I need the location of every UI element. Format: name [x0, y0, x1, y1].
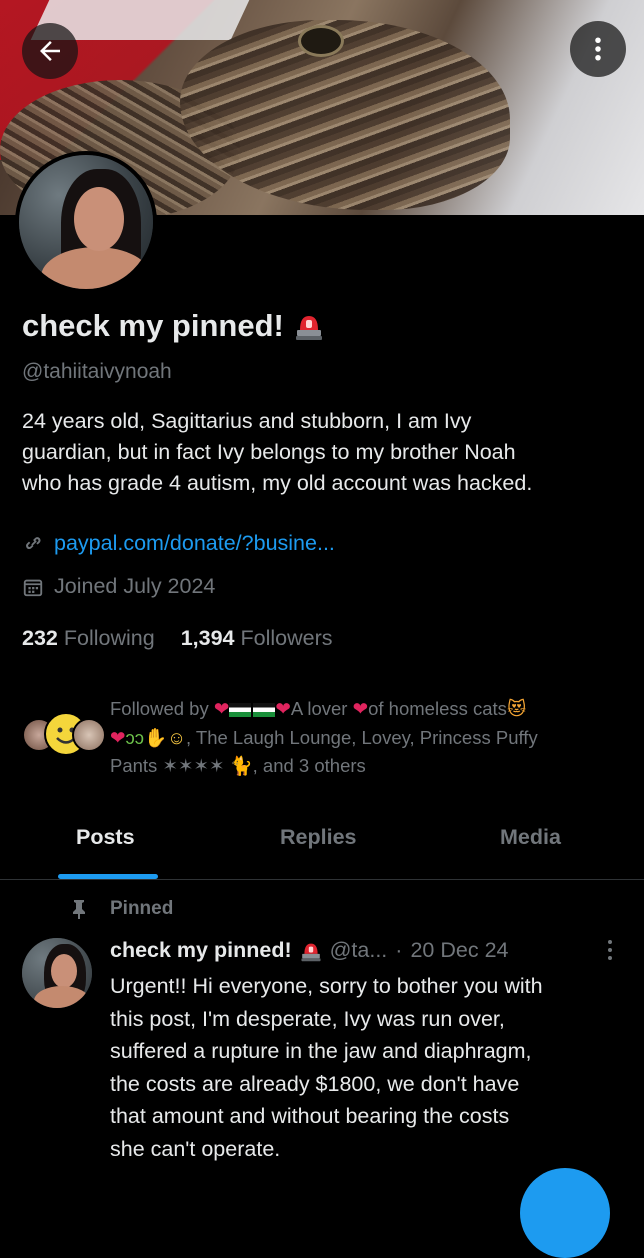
- arrow-left-icon: [40, 41, 60, 61]
- link-icon: [26, 536, 41, 549]
- more-vertical-icon: [595, 37, 601, 61]
- post-more-button[interactable]: [601, 938, 619, 969]
- palestine-flag-icon: [253, 703, 276, 718]
- red-heart-icon: ❤: [110, 726, 126, 748]
- police-light-emoji-icon: [294, 310, 324, 342]
- post-date[interactable]: 20 Dec 24: [410, 938, 508, 963]
- profile-link[interactable]: paypal.com/donate/?busine...: [54, 531, 335, 556]
- seedling-icon: ↄ: [134, 726, 145, 748]
- follower-name: Pants ✶✶✶✶: [110, 755, 230, 776]
- tab-posts[interactable]: Posts: [76, 825, 135, 850]
- joined-row: Joined July 2024: [22, 574, 215, 599]
- pinned-label: Pinned: [110, 898, 174, 919]
- tab-media[interactable]: Media: [500, 825, 561, 850]
- profile-bio: 24 years old, Sagittarius and stubborn, …: [22, 406, 622, 499]
- profile-display-name: check my pinned!: [22, 308, 324, 344]
- followers-label: Followers: [240, 626, 333, 650]
- post-text-line: that amount and without bearing the cost…: [110, 1104, 510, 1128]
- following-label: Following: [63, 626, 155, 650]
- red-heart-icon: ❤: [352, 698, 369, 719]
- avatar-face: [74, 187, 124, 251]
- profile-link-row: paypal.com/donate/?busine...: [22, 531, 335, 556]
- compose-post-button[interactable]: [520, 1168, 610, 1258]
- display-name-text: check my pinned!: [22, 308, 284, 343]
- follower-name: of homeless cats: [368, 698, 507, 719]
- post-avatar-face: [51, 954, 77, 988]
- bio-line: who has grade 4 autism, my old account w…: [22, 471, 533, 495]
- followed-by-line: Pants ✶✶✶✶ 🐈, and 3 others: [110, 752, 630, 781]
- followed-by-line: ❤ↄↄ✋☺, The Laugh Lounge, Lovey, Princess…: [110, 724, 630, 753]
- post-dot-separator: ·: [395, 938, 403, 962]
- tab-replies[interactable]: Replies: [280, 825, 356, 850]
- follower-names: , The Laugh Lounge, Lovey, Princess Puff…: [185, 726, 538, 748]
- followed-by-text[interactable]: Followed by ❤ ❤A lover ❤of homeless cats😻…: [110, 695, 630, 781]
- follower-name: A lover: [290, 698, 353, 719]
- seedling-icon: ↄ: [125, 726, 135, 748]
- banner-cat-head: [180, 20, 510, 210]
- following-stat[interactable]: 232 Following: [22, 626, 155, 651]
- post-text-line: this post, I'm desperate, Ivy was run ov…: [110, 1006, 505, 1031]
- active-tab-indicator: [58, 874, 158, 879]
- followers-stat[interactable]: 1,394 Followers: [181, 626, 333, 651]
- hugging-face-icon: ☺: [167, 726, 186, 748]
- bio-line: guardian, but in fact Ivy belongs to my …: [22, 440, 516, 464]
- post-avatar-body: [34, 986, 90, 1008]
- palestine-flag-icon: [229, 703, 252, 718]
- more-options-button[interactable]: [570, 21, 626, 77]
- pinned-indicator: Pinned: [70, 898, 173, 920]
- followed-by-line: Followed by ❤ ❤A lover ❤of homeless cats😻: [110, 695, 630, 724]
- joined-date: Joined July 2024: [54, 574, 216, 598]
- profile-avatar[interactable]: [15, 151, 157, 293]
- followed-by-prefix: Followed by: [110, 698, 214, 719]
- thumbs-up-icon: ✋: [144, 726, 168, 748]
- follower-avatar: [72, 718, 106, 752]
- profile-tabs: Posts Replies Media: [0, 805, 644, 880]
- heart-eyes-cat-icon: 😻: [506, 698, 527, 719]
- post-text-line: suffered a rupture in the jaw and diaphr…: [110, 1039, 532, 1063]
- post-author-avatar[interactable]: [22, 938, 92, 1008]
- post-text-line: Urgent!! Hi everyone, sorry to bother yo…: [110, 974, 543, 998]
- following-count: 232: [22, 626, 58, 650]
- post-author-name[interactable]: check my pinned!: [110, 938, 292, 963]
- red-heart-icon: ❤: [275, 698, 291, 719]
- pin-icon: [73, 900, 85, 919]
- calendar-icon: [23, 579, 43, 596]
- profile-handle: @tahiitaivynoah: [22, 360, 172, 383]
- cat-icon: 🐈: [229, 755, 253, 776]
- post-author-handle[interactable]: @ta...: [330, 938, 388, 963]
- red-heart-icon: ❤: [213, 698, 230, 719]
- post-text-line: she can't operate.: [110, 1136, 281, 1161]
- post-text-line: the costs are already $1800, we don't ha…: [110, 1071, 520, 1096]
- followed-by-others: , and 3 others: [252, 755, 366, 776]
- follow-stats: 232 Following 1,394 Followers: [22, 626, 332, 651]
- post-text[interactable]: Urgent!! Hi everyone, sorry to bother yo…: [110, 970, 630, 1165]
- banner-cat-eye: [298, 25, 344, 57]
- followers-count: 1,394: [180, 626, 235, 650]
- post-header: check my pinned! @ta... · 20 Dec 24: [110, 938, 508, 963]
- back-button[interactable]: [22, 23, 78, 79]
- bio-line: 24 years old, Sagittarius and stubborn, …: [22, 409, 472, 433]
- police-light-emoji-icon: [300, 939, 322, 963]
- more-vertical-icon: [608, 940, 612, 960]
